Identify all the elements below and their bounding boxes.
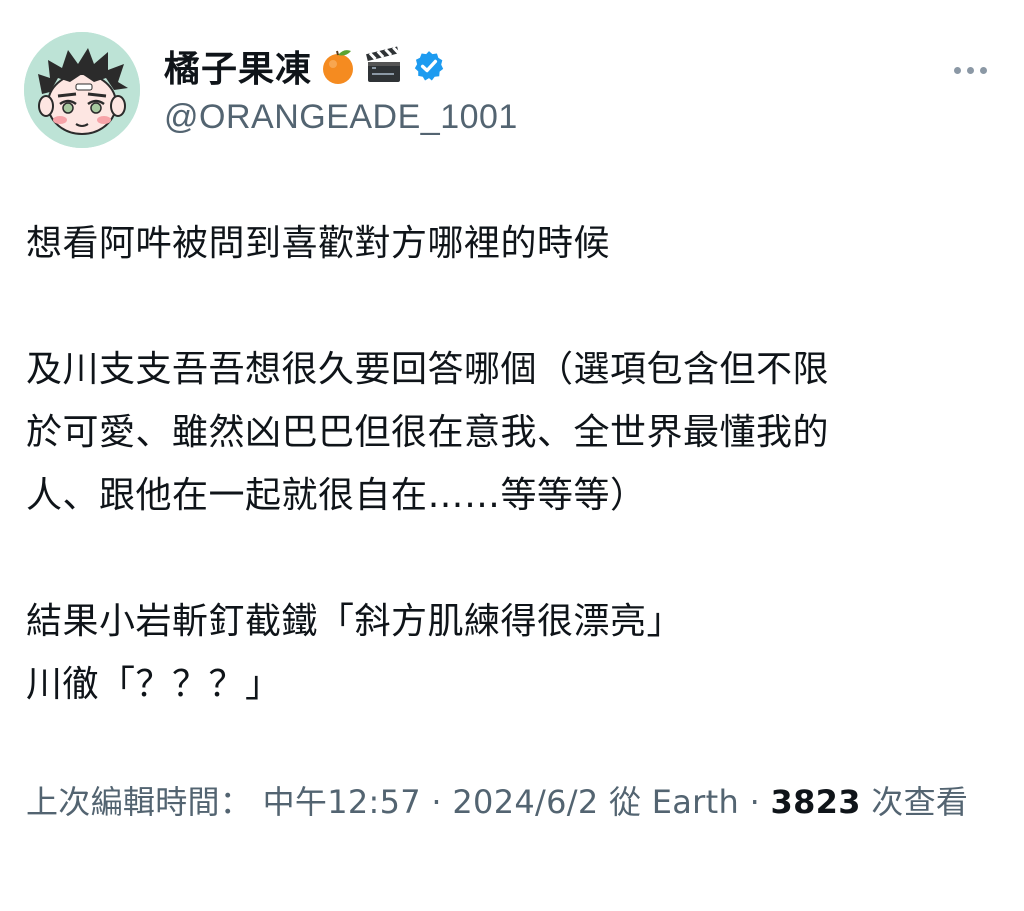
tweet-paragraph: 想看阿吽被問到喜歡對方哪裡的時候 [26,223,611,264]
edited-label[interactable]: 上次編輯時間： [26,783,252,821]
verified-badge-icon [414,51,444,81]
name-row: 橘子果凍 [164,40,518,92]
more-options-button[interactable] [940,50,1000,90]
separator: · [749,783,761,821]
tweet-meta: 上次編輯時間： 中午12:57 · 2024/6/2 從 Earth · 382… [26,775,1016,830]
avatar[interactable] [24,32,140,148]
tweet: 橘子果凍 @ORANGEADE_1001 想看阿吽被問到喜歡對方哪裡的時候 及川… [0,0,1024,911]
clapper-board-icon [366,46,401,82]
separator: · [431,783,442,821]
handle[interactable]: @ORANGEADE_1001 [164,98,518,137]
tweet-paragraph: 結果小岩斬釘截鐵「斜方肌練得很漂亮」 川徹「？？？」 [26,601,684,705]
display-name[interactable]: 橘子果凍 [164,40,312,92]
orange-emoji-icon [323,50,354,84]
tweet-header: 橘子果凍 @ORANGEADE_1001 [24,32,1000,152]
tweet-time[interactable]: 中午12:57 [263,783,421,821]
tweet-text: 想看阿吽被問到喜歡對方哪裡的時候 及川支支吾吾想很久要回答哪個（選項包含但不限 … [26,212,1016,716]
more-horizontal-icon [953,66,961,74]
views-count: 3823 [770,783,861,821]
tweet-paragraph: 及川支支吾吾想很久要回答哪個（選項包含但不限 於可愛、雖然凶巴巴但很在意我、全世… [26,349,830,516]
author-info: 橘子果凍 @ORANGEADE_1001 [164,40,518,137]
views-label: 次查看 [871,783,969,821]
tweet-date[interactable]: 2024/6/2 [452,783,598,821]
tweet-source: 從 Earth [608,783,740,821]
avatar-image [24,32,140,148]
more-dot [966,66,974,74]
more-dot [979,66,987,74]
